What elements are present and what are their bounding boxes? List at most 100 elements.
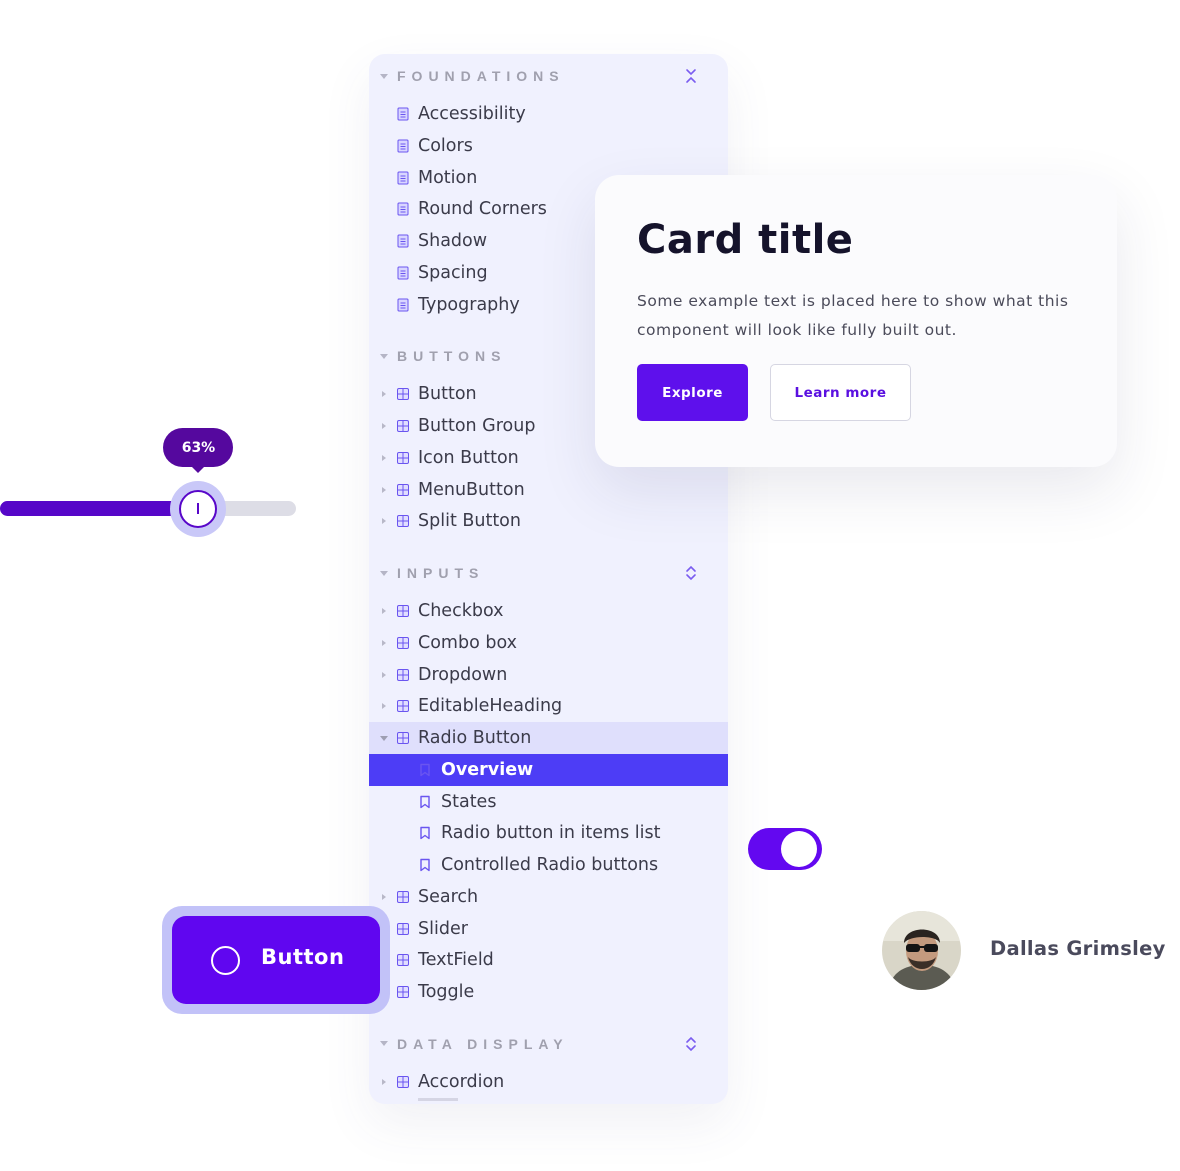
sidebar-item-label: Spacing xyxy=(418,263,488,283)
caret-right-icon[interactable] xyxy=(382,455,386,461)
section-title: BUTTONS xyxy=(397,348,507,365)
card-title: Card title xyxy=(637,217,854,263)
sidebar-item-states[interactable]: States xyxy=(369,786,728,818)
avatar-photo-icon xyxy=(882,911,961,990)
caret-down-icon xyxy=(380,73,388,79)
slider-fill xyxy=(0,501,199,516)
slider-grip-icon xyxy=(196,502,199,514)
section-header-data-display[interactable]: DATA DISPLAY xyxy=(369,1030,728,1058)
component-icon xyxy=(397,605,409,617)
sidebar-item-label: Icon Button xyxy=(418,448,519,468)
sidebar-item-label: Overview xyxy=(441,760,534,780)
sidebar-item-label: Shadow xyxy=(418,231,488,251)
section-title: FOUNDATIONS xyxy=(397,68,565,84)
sidebar-item-label: Typography xyxy=(418,295,520,315)
collapse-all-icon[interactable] xyxy=(684,68,698,84)
document-icon xyxy=(397,171,409,185)
sidebar-item-search[interactable]: Search xyxy=(369,881,728,913)
component-icon xyxy=(397,700,409,712)
sidebar-item-controlled-radio-buttons[interactable]: Controlled Radio buttons xyxy=(369,849,728,881)
component-icon xyxy=(397,637,409,649)
caret-right-icon[interactable] xyxy=(382,608,386,614)
sidebar-item-label: Search xyxy=(418,887,479,907)
learn-more-button[interactable]: Learn more xyxy=(770,364,911,421)
sidebar-item-label: Round Corners xyxy=(418,199,547,219)
sidebar-item-textfield[interactable]: TextField xyxy=(369,944,728,976)
slider-value-tooltip: 63% xyxy=(163,428,234,467)
component-icon xyxy=(397,669,409,681)
sidebar-item-accordion[interactable]: Accordion xyxy=(369,1066,728,1098)
sidebar-item-label: Radio button in items list xyxy=(441,823,661,843)
sidebar-item-label: Checkbox xyxy=(418,601,504,621)
component-icon xyxy=(397,986,409,998)
caret-right-icon[interactable] xyxy=(382,487,386,493)
caret-down-icon[interactable] xyxy=(380,735,388,741)
tooltip-tail xyxy=(191,466,206,473)
component-icon xyxy=(397,420,409,432)
slider-thumb[interactable] xyxy=(179,489,218,528)
sidebar-item-label: Combo box xyxy=(418,633,517,653)
sidebar-item-label: Motion xyxy=(418,168,478,188)
component-icon xyxy=(397,484,409,496)
sidebar-item-label: EditableHeading xyxy=(418,696,563,716)
sidebar-item-toggle[interactable]: Toggle xyxy=(369,976,728,1008)
section-title: INPUTS xyxy=(397,565,485,581)
primary-button[interactable]: Button xyxy=(172,916,380,1004)
sidebar-item-label: MenuButton xyxy=(418,480,525,500)
sidebar-item-dropdown[interactable]: Dropdown xyxy=(369,659,728,691)
caret-right-icon[interactable] xyxy=(382,703,386,709)
sidebar-item-combo-box[interactable]: Combo box xyxy=(369,627,728,659)
caret-right-icon[interactable] xyxy=(382,1079,386,1085)
caret-right-icon[interactable] xyxy=(382,640,386,646)
sidebar-item-accessibility[interactable]: Accessibility xyxy=(369,98,728,130)
toggle-knob xyxy=(781,831,817,867)
sidebar-item-slider[interactable]: Slider xyxy=(369,913,728,945)
sidebar-item-label: Split Button xyxy=(418,511,521,531)
explore-button[interactable]: Explore xyxy=(637,364,748,421)
bookmark-icon xyxy=(420,858,430,872)
section-header-foundations[interactable]: FOUNDATIONS xyxy=(369,62,728,90)
document-icon xyxy=(397,139,409,153)
sidebar-item-editableheading[interactable]: EditableHeading xyxy=(369,690,728,722)
sidebar-item-radio-button[interactable]: Radio Button xyxy=(369,722,728,754)
caret-right-icon[interactable] xyxy=(382,518,386,524)
caret-down-icon xyxy=(380,1041,388,1047)
sidebar-item-radio-button-in-items-list[interactable]: Radio button in items list xyxy=(369,817,728,849)
document-icon xyxy=(397,266,409,280)
sidebar-item-label: Controlled Radio buttons xyxy=(441,855,659,875)
caret-right-icon[interactable] xyxy=(382,894,386,900)
circle-icon xyxy=(211,946,240,975)
section-header-inputs[interactable]: INPUTS xyxy=(369,559,728,587)
caret-right-icon[interactable] xyxy=(382,672,386,678)
sidebar-item-menubutton[interactable]: MenuButton xyxy=(369,474,728,506)
caret-down-icon xyxy=(380,353,388,359)
component-icon xyxy=(397,732,409,744)
sidebar-item-checkbox[interactable]: Checkbox xyxy=(369,595,728,627)
component-icon xyxy=(397,891,409,903)
component-icon xyxy=(397,452,409,464)
toggle-switch[interactable] xyxy=(748,828,822,870)
cutoff-row-hint xyxy=(418,1098,458,1101)
expand-all-icon[interactable] xyxy=(684,1036,698,1052)
sidebar-item-overview[interactable]: Overview xyxy=(369,754,728,786)
expand-all-icon[interactable] xyxy=(684,565,698,581)
bookmark-icon xyxy=(420,795,430,809)
sidebar-item-label: Dropdown xyxy=(418,665,508,685)
sidebar-item-split-button[interactable]: Split Button xyxy=(369,505,728,537)
sidebar-item-label: Accordion xyxy=(418,1072,505,1092)
caret-right-icon[interactable] xyxy=(382,423,386,429)
primary-button-label: Button xyxy=(261,945,345,969)
sidebar-item-label: States xyxy=(441,792,497,812)
sidebar-item-colors[interactable]: Colors xyxy=(369,130,728,162)
card-component: Card title Some example text is placed h… xyxy=(595,175,1117,467)
bookmark-icon xyxy=(420,763,430,777)
sidebar-item-label: Slider xyxy=(418,919,468,939)
caret-right-icon[interactable] xyxy=(382,391,386,397)
component-icon xyxy=(397,515,409,527)
sidebar-item-label: Button Group xyxy=(418,416,536,436)
component-icon xyxy=(397,923,409,935)
section-title: DATA DISPLAY xyxy=(397,1035,569,1052)
document-icon xyxy=(397,298,409,312)
caret-down-icon xyxy=(380,570,388,576)
document-icon xyxy=(397,202,409,216)
